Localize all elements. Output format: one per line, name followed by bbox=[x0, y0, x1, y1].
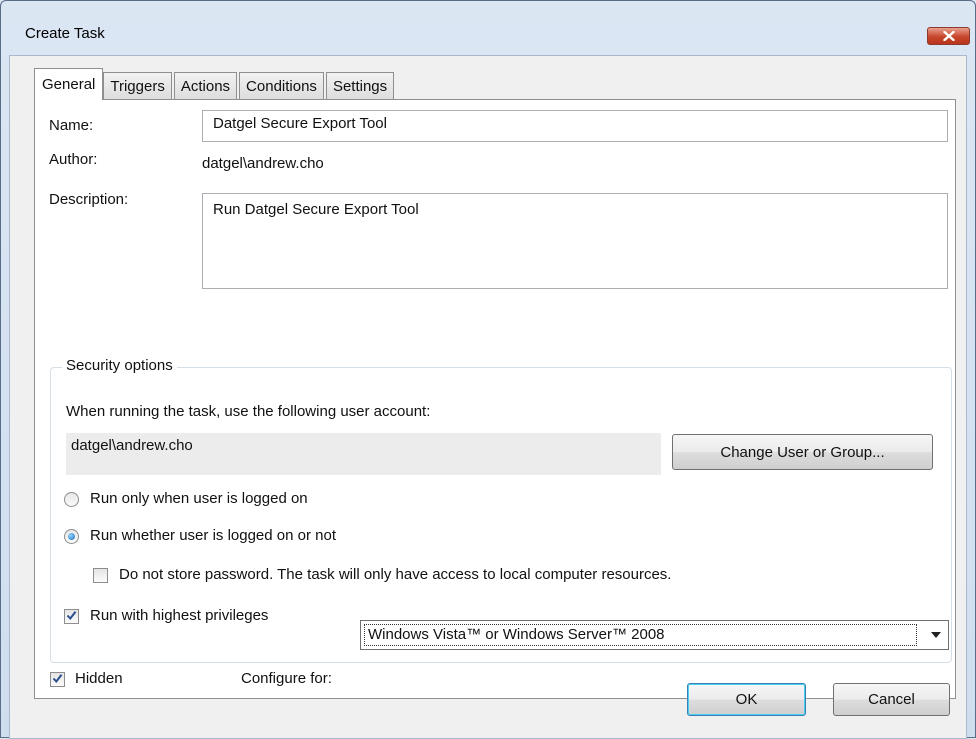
radio-run-when-logged-on[interactable] bbox=[64, 492, 79, 507]
tab-triggers[interactable]: Triggers bbox=[103, 72, 172, 100]
do-not-store-password-label[interactable]: Do not store password. The task will onl… bbox=[119, 566, 671, 583]
create-task-window: Create Task General Triggers Actions Con… bbox=[0, 0, 976, 739]
configure-for-label: Configure for: bbox=[241, 670, 332, 687]
author-label: Author: bbox=[49, 151, 98, 168]
checkmark-icon bbox=[66, 608, 77, 625]
account-display: datgel\andrew.cho bbox=[66, 433, 661, 475]
name-label: Name: bbox=[49, 117, 94, 134]
account-prompt: When running the task, use the following… bbox=[66, 403, 431, 420]
checkmark-icon bbox=[52, 671, 63, 688]
cancel-button[interactable]: Cancel bbox=[833, 683, 950, 716]
tab-actions[interactable]: Actions bbox=[173, 72, 238, 100]
configure-for-value: Windows Vista™ or Windows Server™ 2008 bbox=[364, 624, 917, 646]
hidden-label[interactable]: Hidden bbox=[75, 670, 123, 687]
configure-for-dropdown[interactable]: Windows Vista™ or Windows Server™ 2008 bbox=[360, 620, 949, 650]
highest-privileges-checkbox[interactable] bbox=[64, 609, 79, 624]
radio-run-when-logged-on-label[interactable]: Run only when user is logged on bbox=[90, 490, 308, 507]
dialog-client-area: General Triggers Actions Conditions Sett… bbox=[9, 55, 967, 739]
tab-general[interactable]: General bbox=[34, 68, 104, 100]
radio-run-whether-logged-on-label[interactable]: Run whether user is logged on or not bbox=[90, 527, 336, 544]
description-field[interactable]: Run Datgel Secure Export Tool bbox=[202, 193, 948, 289]
radio-run-whether-logged-on[interactable] bbox=[64, 529, 79, 544]
tab-strip: General Triggers Actions Conditions Sett… bbox=[34, 68, 396, 100]
general-tab-panel: Name: Datgel Secure Export Tool Author: … bbox=[34, 99, 956, 699]
chevron-down-icon[interactable] bbox=[924, 621, 948, 649]
window-title: Create Task bbox=[25, 25, 105, 42]
close-icon bbox=[942, 28, 955, 45]
tab-conditions[interactable]: Conditions bbox=[239, 72, 324, 100]
author-value: datgel\andrew.cho bbox=[202, 155, 324, 172]
close-button[interactable] bbox=[927, 27, 970, 45]
do-not-store-password-checkbox[interactable] bbox=[93, 568, 108, 583]
description-label: Description: bbox=[49, 191, 129, 208]
security-options-group: Security options When running the task, … bbox=[50, 357, 952, 663]
name-field[interactable]: Datgel Secure Export Tool bbox=[202, 110, 948, 142]
security-options-title: Security options bbox=[62, 357, 177, 374]
tab-settings[interactable]: Settings bbox=[325, 72, 395, 100]
highest-privileges-label[interactable]: Run with highest privileges bbox=[90, 607, 268, 624]
ok-button[interactable]: OK bbox=[687, 683, 806, 716]
hidden-checkbox[interactable] bbox=[50, 672, 65, 687]
change-user-button[interactable]: Change User or Group... bbox=[672, 434, 933, 470]
